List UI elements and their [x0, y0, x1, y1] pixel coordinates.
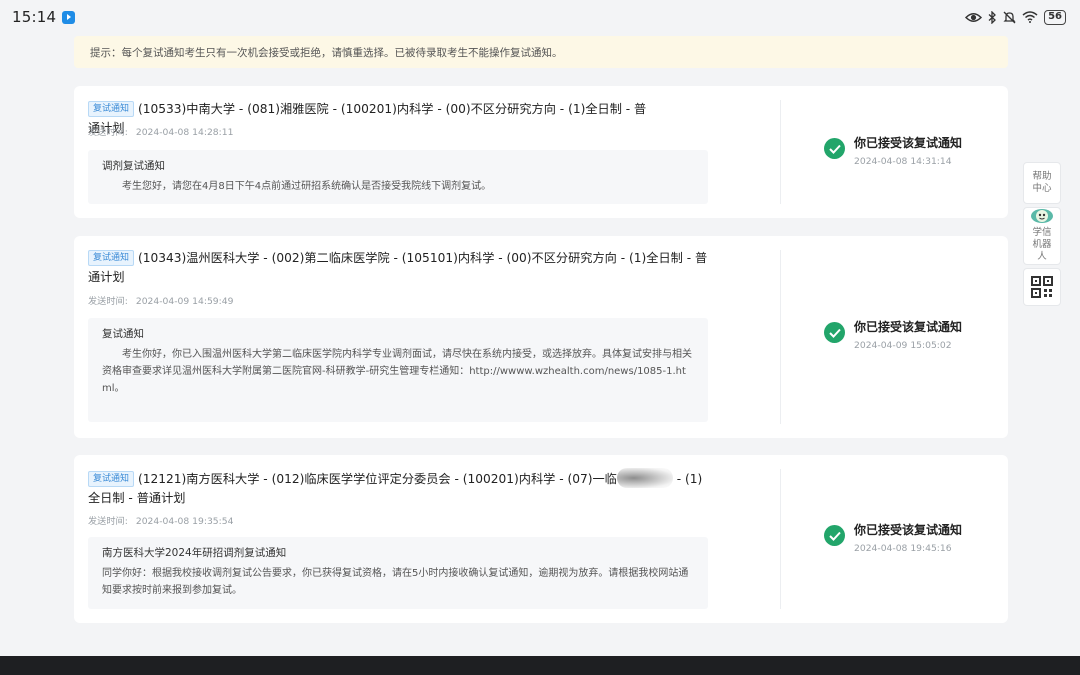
qr-code-icon: [1031, 276, 1053, 298]
battery-indicator: 56: [1044, 9, 1066, 25]
status-text: 你已接受该复试通知: [854, 320, 963, 334]
message-box: 南方医科大学2024年研招调剂复试通知 同学你好：根据我校接收调剂复试公告要求，…: [88, 537, 708, 609]
status-time: 2024-04-09 15:05:02: [854, 340, 952, 351]
notice-card: 复试通知 (12121)南方医科大学 - (012)临床医学学位评定分委员会 - …: [74, 455, 1008, 623]
status-bar: 15:14 56: [0, 0, 1080, 34]
notice-title: 复试通知 (12121)南方医科大学 - (012)临床医学学位评定分委员会 - …: [88, 468, 708, 508]
status-time: 2024-04-08 14:31:14: [854, 156, 952, 167]
robot-assistant-button[interactable]: 学信机器人: [1023, 207, 1061, 265]
accept-status: 你已接受该复试通知 2024-04-09 15:05:02: [824, 318, 962, 351]
divider: [780, 100, 781, 204]
mute-bell-icon: [1003, 11, 1016, 24]
notice-card: 复试通知 (10343)温州医科大学 - (002)第二临床医学院 - (1051…: [74, 236, 1008, 438]
message-box: 复试通知 考生你好，你已入围温州医科大学第二临床医学院内科学专业调剂面试，请尽快…: [88, 318, 708, 422]
floating-panel: 帮助中心 学信机器人: [1023, 162, 1061, 306]
status-text: 你已接受该复试通知: [854, 523, 963, 537]
tip-banner: 提示：每个复试通知考生只有一次机会接受或拒绝，请慎重选择。已被待录取考生不能操作…: [74, 36, 1008, 68]
app-notification-icon: [62, 10, 76, 24]
wifi-icon: [1022, 11, 1038, 23]
check-circle-icon: [824, 525, 845, 546]
redacted-blur: [616, 468, 673, 488]
sent-time: 发送时间: 2024-04-09 14:59:49: [88, 296, 234, 307]
message-body: 考生你好，你已入围温州医科大学第二临床医学院内科学专业调剂面试，请尽快在系统内接…: [102, 349, 692, 394]
eye-icon: [965, 12, 983, 23]
message-title: 复试通知: [102, 328, 144, 340]
status-time: 2024-04-08 19:45:16: [854, 543, 952, 554]
sent-time: 发送时间: 2024-04-08 19:35:54: [88, 516, 234, 527]
help-center-label: 帮助中心: [1032, 171, 1052, 194]
status-text: 你已接受该复试通知: [854, 136, 963, 150]
check-circle-icon: [824, 138, 845, 159]
notice-tag: 复试通知: [88, 250, 135, 266]
robot-label: 学信机器人: [1032, 227, 1052, 262]
message-body: 同学你好：根据我校接收调剂复试公告要求，你已获得复试资格，请在5小时内接收确认复…: [102, 568, 689, 596]
clock: 15:14: [12, 8, 57, 26]
sent-time: 发送时间: 2024-04-08 14:28:11: [88, 127, 234, 138]
help-center-button[interactable]: 帮助中心: [1023, 162, 1061, 204]
message-box: 调剂复试通知 考生您好，请您在4月8日下午4点前通过研招系统确认是否接受我院线下…: [88, 150, 708, 204]
notice-card: 复试通知 (10533)中南大学 - (081)湘雅医院 - (100201)内科…: [74, 86, 1008, 218]
accept-status: 你已接受该复试通知 2024-04-08 19:45:16: [824, 521, 962, 554]
robot-avatar-icon: [1031, 209, 1053, 223]
divider: [780, 469, 781, 609]
divider: [780, 250, 781, 424]
notice-title: 复试通知 (10343)温州医科大学 - (002)第二临床医学院 - (1051…: [88, 250, 708, 284]
bottom-bar: [0, 656, 1080, 675]
check-circle-icon: [824, 322, 845, 343]
accept-status: 你已接受该复试通知 2024-04-08 14:31:14: [824, 134, 962, 167]
notice-tag: 复试通知: [88, 471, 135, 487]
message-title: 调剂复试通知: [102, 160, 165, 172]
message-body: 考生您好，请您在4月8日下午4点前通过研招系统确认是否接受我院线下调剂复试。: [122, 181, 492, 192]
bluetooth-icon: [988, 10, 997, 24]
notice-tag: 复试通知: [88, 101, 135, 117]
qr-code-button[interactable]: [1023, 268, 1061, 306]
message-title: 南方医科大学2024年研招调剂复试通知: [102, 547, 287, 559]
